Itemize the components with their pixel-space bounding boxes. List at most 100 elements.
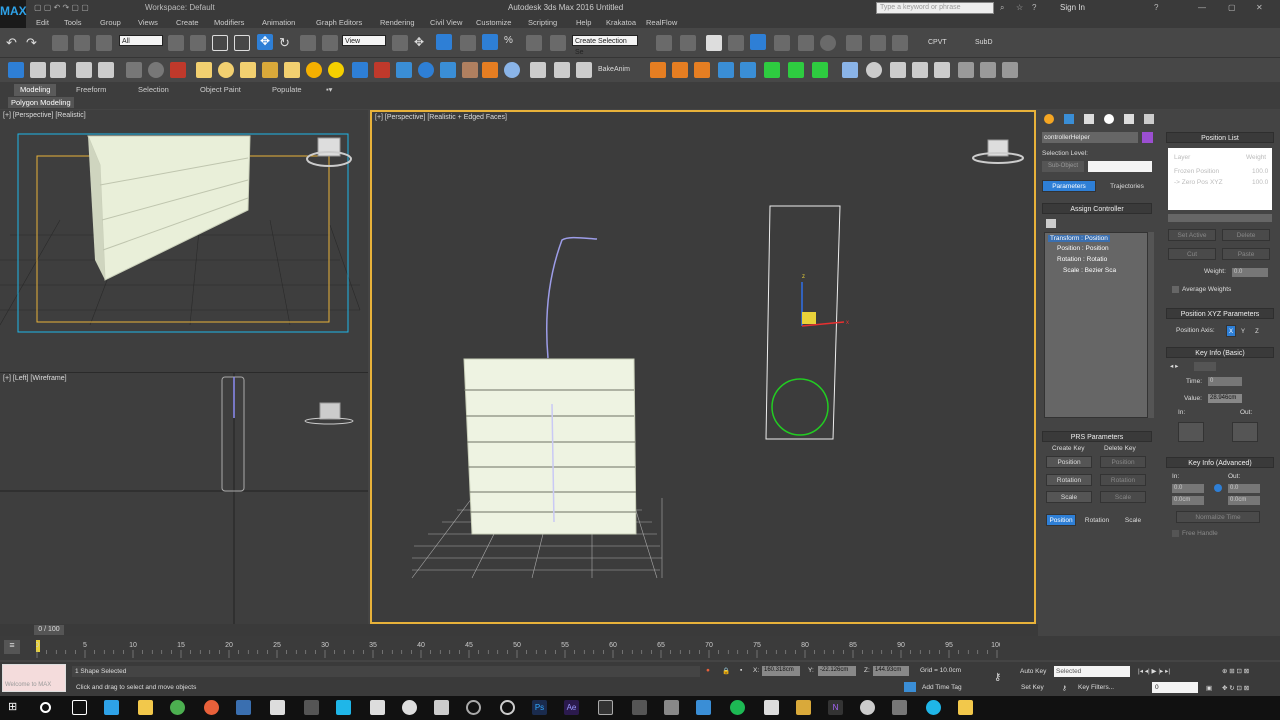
custom-tool-9-icon[interactable] bbox=[196, 62, 212, 78]
time-tag-icon[interactable] bbox=[904, 682, 916, 692]
close-icon[interactable]: ✕ bbox=[1256, 3, 1263, 12]
window-crossing-icon[interactable] bbox=[234, 35, 250, 51]
prs-rotation-tab[interactable]: Rotation bbox=[1080, 514, 1114, 526]
custom-tool-6-icon[interactable] bbox=[126, 62, 142, 78]
redo-icon[interactable]: ↷ bbox=[26, 35, 42, 51]
spinner-snap-icon[interactable] bbox=[526, 35, 542, 51]
in-tangent-type-icon[interactable] bbox=[1178, 422, 1204, 442]
custom-tool-31-icon[interactable] bbox=[980, 62, 996, 78]
app-icon-10[interactable] bbox=[696, 700, 711, 715]
chrome-icon[interactable] bbox=[170, 700, 185, 715]
viewport-left-wireframe[interactable]: [+] [Left] [Wireframe] bbox=[0, 372, 368, 624]
custom-tool-30-icon[interactable] bbox=[958, 62, 974, 78]
viewport-perspective-main[interactable]: [+] [Perspective] [Realistic + Edged Fac… bbox=[370, 110, 1036, 624]
select-and-rotate-icon[interactable]: ↻ bbox=[279, 35, 295, 51]
custom-tool-21-icon[interactable] bbox=[504, 62, 520, 78]
delete-key-scale-button[interactable]: Scale bbox=[1100, 491, 1146, 503]
paste-layer-button[interactable]: Paste bbox=[1222, 248, 1270, 260]
file-explorer-icon[interactable] bbox=[138, 700, 153, 715]
selection-lock-icon[interactable]: 🔒 bbox=[722, 667, 730, 675]
advanced-in-spinner[interactable]: 0.0 bbox=[1172, 484, 1204, 493]
help-icon[interactable]: ? bbox=[1032, 3, 1036, 12]
custom-tool-10-icon[interactable] bbox=[218, 62, 234, 78]
axis-y-button[interactable]: Y bbox=[1238, 325, 1248, 337]
average-weights-checkbox[interactable] bbox=[1172, 286, 1179, 293]
sun-icon[interactable] bbox=[306, 62, 322, 78]
isolate-selection-icon[interactable]: ● bbox=[706, 667, 710, 674]
rendered-frame-window-icon[interactable] bbox=[870, 35, 886, 51]
tab-object-paint[interactable]: Object Paint bbox=[194, 84, 247, 96]
menu-modifiers[interactable]: Modifiers bbox=[214, 17, 244, 28]
scene-explorer-icon[interactable] bbox=[706, 35, 722, 51]
sub-object-dropdown[interactable] bbox=[1088, 161, 1152, 172]
selection-filter-dropdown[interactable]: All bbox=[119, 35, 163, 46]
viewcube-left-icon[interactable] bbox=[304, 402, 354, 425]
tab-freeform[interactable]: Freeform bbox=[70, 84, 112, 96]
unlink-icon[interactable] bbox=[74, 35, 90, 51]
object-name-field[interactable]: controllerHelper bbox=[1042, 132, 1138, 143]
time-config-icon[interactable]: ▣ bbox=[1206, 684, 1212, 692]
custom-tool-32-icon[interactable] bbox=[1002, 62, 1018, 78]
assign-controller-rollout[interactable]: Assign Controller bbox=[1042, 203, 1152, 214]
custom-tool-27-icon[interactable] bbox=[890, 62, 906, 78]
tree-item-transform[interactable]: Transform : Position bbox=[1048, 235, 1110, 242]
schematic-view-icon[interactable] bbox=[798, 35, 814, 51]
controller-tree[interactable]: Transform : Position Position : Position… bbox=[1044, 232, 1148, 418]
position-xyz-rollout[interactable]: Position XYZ Parameters bbox=[1166, 308, 1274, 319]
out-tangent-type-icon[interactable] bbox=[1232, 422, 1258, 442]
advanced-out-spinner[interactable]: 0.0 bbox=[1228, 484, 1260, 493]
photoshop-icon[interactable]: Ps bbox=[532, 700, 547, 715]
bind-spacewarp-icon[interactable] bbox=[96, 35, 112, 51]
notepad-icon[interactable] bbox=[270, 700, 285, 715]
layer-explorer-icon[interactable] bbox=[728, 35, 744, 51]
menu-views[interactable]: Views bbox=[138, 17, 158, 28]
add-time-tag-button[interactable]: Add Time Tag bbox=[922, 684, 962, 691]
key-info-advanced-rollout[interactable]: Key Info (Advanced) bbox=[1166, 457, 1274, 468]
menu-krakatoa[interactable]: Krakatoa bbox=[606, 17, 636, 28]
mirror-icon[interactable] bbox=[656, 35, 672, 51]
time-slider[interactable]: 0 / 100 bbox=[0, 624, 1038, 636]
subd-button[interactable]: SubD bbox=[975, 39, 993, 46]
x-coordinate-field[interactable]: 160.318cm bbox=[762, 666, 800, 676]
app-icon-9[interactable] bbox=[664, 700, 679, 715]
tab-selection[interactable]: Selection bbox=[132, 84, 175, 96]
prev-next-key-icon[interactable]: ◂ ▸ bbox=[1170, 362, 1178, 370]
modify-tab-icon[interactable] bbox=[1064, 114, 1074, 124]
custom-tool-20-icon[interactable] bbox=[482, 62, 498, 78]
custom-tool-7-icon[interactable] bbox=[148, 62, 164, 78]
tab-populate[interactable]: Populate bbox=[266, 84, 308, 96]
blue-tool-1-icon[interactable] bbox=[718, 62, 734, 78]
curve-editor-icon[interactable] bbox=[774, 35, 790, 51]
assign-controller-icon[interactable] bbox=[1046, 219, 1056, 228]
key-set-dropdown[interactable]: Selected bbox=[1054, 666, 1130, 677]
menu-scripting[interactable]: Scripting bbox=[528, 17, 557, 28]
set-key-mode-icon[interactable]: ⚷ bbox=[994, 672, 1001, 683]
app-icon-4[interactable] bbox=[434, 700, 449, 715]
maxscript-listener[interactable]: Welcome to MAX bbox=[2, 664, 66, 692]
utilities-tab-icon[interactable] bbox=[1144, 114, 1154, 124]
set-active-button[interactable]: Set Active bbox=[1168, 229, 1216, 241]
hierarchy-tab-icon[interactable] bbox=[1084, 114, 1094, 124]
custom-tool-22-icon[interactable] bbox=[530, 62, 546, 78]
auto-key-button[interactable]: Auto Key bbox=[1020, 668, 1046, 675]
key-filters-icon[interactable]: ⚷ bbox=[1062, 684, 1067, 692]
prs-position-tab[interactable]: Position bbox=[1046, 514, 1076, 526]
sign-in-link[interactable]: Sign In bbox=[1060, 3, 1085, 12]
normalize-time-button[interactable]: Normalize Time bbox=[1176, 511, 1260, 523]
toggle-ribbon-icon[interactable] bbox=[750, 34, 766, 50]
app-icon-5[interactable] bbox=[466, 700, 481, 715]
current-frame-field[interactable]: 0 bbox=[1152, 682, 1198, 693]
app-icon-14[interactable] bbox=[860, 700, 875, 715]
custom-tool-11-icon[interactable] bbox=[240, 62, 256, 78]
green-tool-1-icon[interactable] bbox=[764, 62, 780, 78]
set-key-button[interactable]: Set Key bbox=[1021, 684, 1044, 691]
position-list-rollout[interactable]: Position List bbox=[1166, 132, 1274, 143]
create-key-scale-button[interactable]: Scale bbox=[1046, 491, 1092, 503]
green-tool-3-icon[interactable] bbox=[812, 62, 828, 78]
material-editor-icon[interactable] bbox=[820, 35, 836, 51]
layer-row-name[interactable]: -> Zero Pos XYZ bbox=[1174, 179, 1223, 186]
custom-tool-25-icon[interactable] bbox=[842, 62, 858, 78]
custom-tool-12-icon[interactable] bbox=[262, 62, 278, 78]
link-icon[interactable] bbox=[52, 35, 68, 51]
viewport-navigation-controls-2[interactable]: ✥ ↻ ⊡ ⊠ bbox=[1222, 684, 1249, 692]
